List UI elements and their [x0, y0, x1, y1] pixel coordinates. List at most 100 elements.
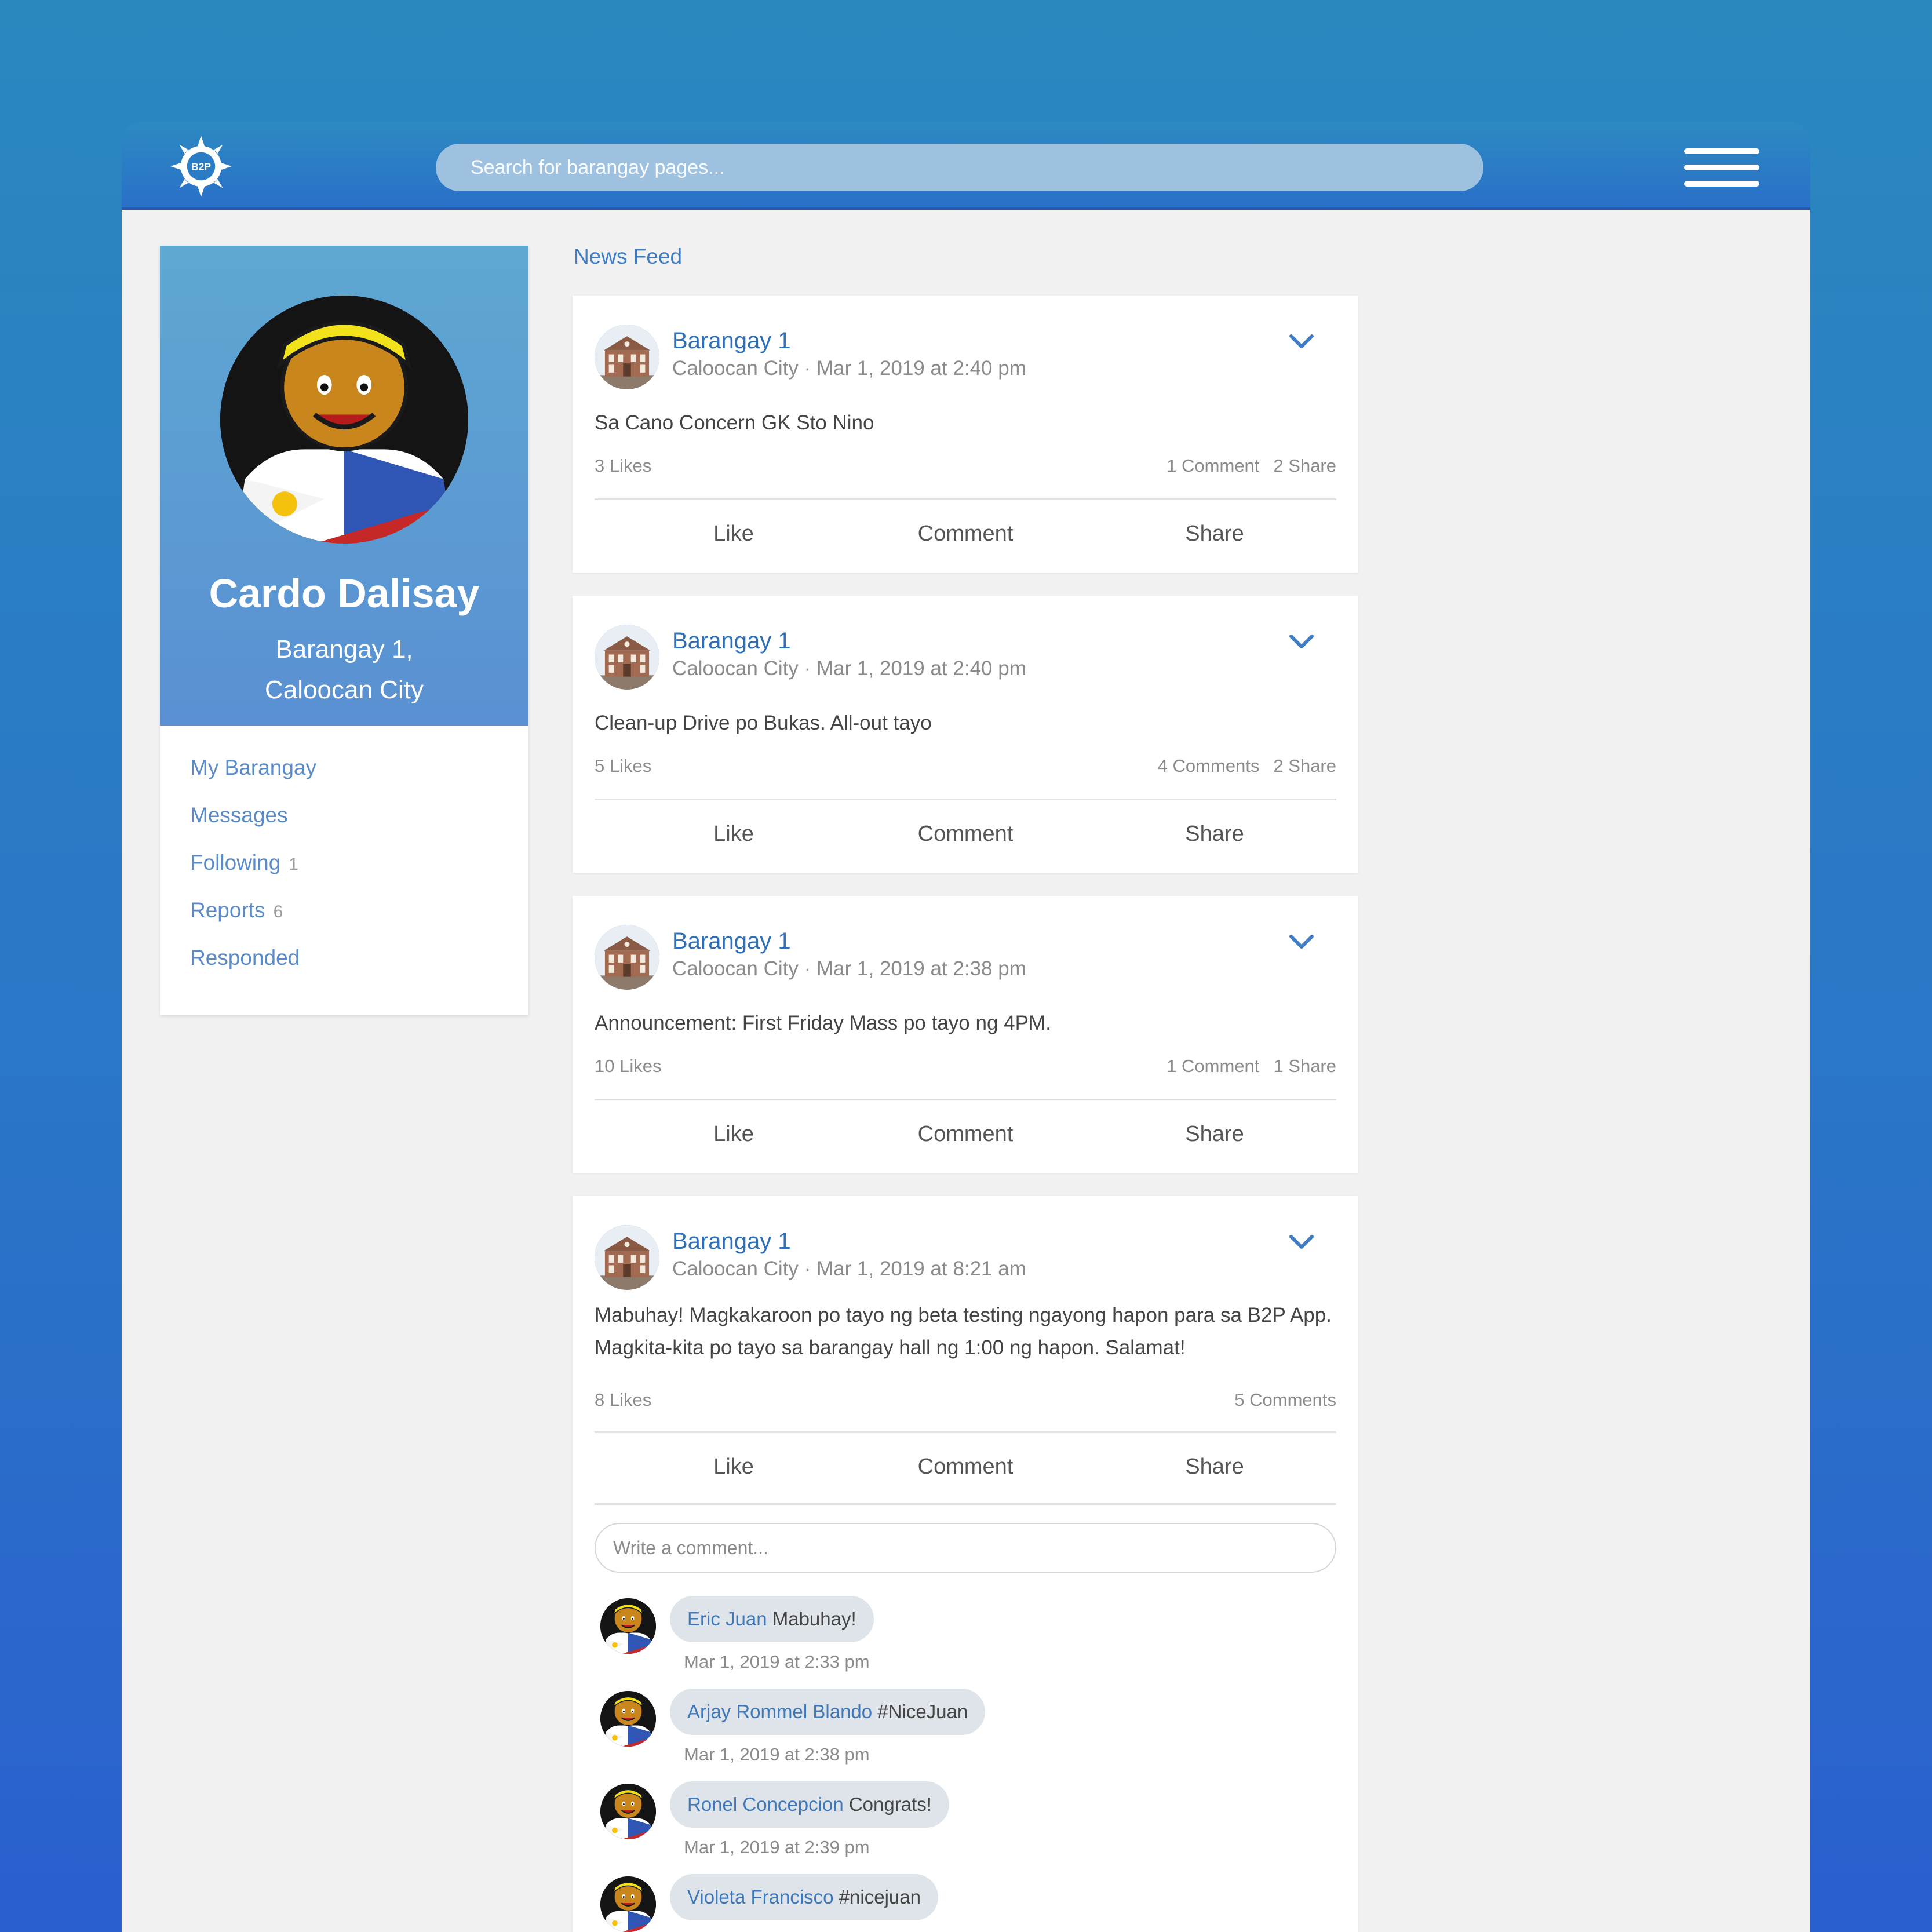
- comment-text: Mabuhay!: [772, 1608, 856, 1630]
- post-author[interactable]: Barangay 1: [672, 328, 791, 354]
- profile-header: Cardo Dalisay Barangay 1, Caloocan City: [160, 246, 528, 726]
- post-meta: Caloocan City · Mar 1, 2019 at 2:40 pm: [672, 357, 1026, 380]
- divider: [595, 1503, 1336, 1505]
- comment-bubble: Ronel Concepcion Congrats!: [670, 1781, 949, 1828]
- main-content: Cardo Dalisay Barangay 1, Caloocan City …: [122, 210, 1810, 1932]
- post-actions: Like Comment Share: [595, 1455, 1336, 1501]
- hamburger-menu-icon[interactable]: [1684, 148, 1759, 189]
- like-button[interactable]: Like: [658, 1455, 809, 1479]
- commenter-avatar[interactable]: [600, 1876, 656, 1932]
- comments-count[interactable]: 1 Comment: [1167, 1056, 1259, 1076]
- shares-count[interactable]: 2 Share: [1273, 756, 1336, 776]
- comment-button[interactable]: Comment: [890, 522, 1041, 546]
- share-button[interactable]: Share: [1139, 822, 1290, 847]
- comment-text: #nicejuan: [839, 1886, 921, 1908]
- post-actions: Like Comment Share: [595, 1122, 1336, 1168]
- comments-count[interactable]: 5 Comments: [1234, 1390, 1336, 1410]
- nav-item-label: Responded: [190, 946, 300, 969]
- divider: [595, 498, 1336, 500]
- commenter-avatar[interactable]: [600, 1784, 656, 1839]
- profile-location-line1: Barangay 1,: [275, 635, 413, 664]
- comment-button[interactable]: Comment: [890, 1122, 1041, 1147]
- nav-item-my-barangay[interactable]: My Barangay: [190, 744, 316, 792]
- comment-item: Ronel Concepcion Congrats! Mar 1, 2019 a…: [600, 1781, 1330, 1868]
- divider: [595, 1099, 1336, 1100]
- profile-name: Cardo Dalisay: [209, 571, 480, 616]
- profile-avatar[interactable]: [220, 296, 468, 544]
- commenter-avatar[interactable]: [600, 1691, 656, 1747]
- post-text: Clean-up Drive po Bukas. All-out tayo: [595, 712, 932, 734]
- b2p-logo-icon[interactable]: B2P: [169, 134, 233, 198]
- nav-item-label: My Barangay: [190, 756, 316, 779]
- likes-count[interactable]: 3 Likes: [595, 455, 651, 476]
- shares-count[interactable]: 2 Share: [1273, 455, 1336, 476]
- share-button[interactable]: Share: [1139, 1122, 1290, 1147]
- chevron-down-icon[interactable]: [1288, 630, 1315, 654]
- profile-card: Cardo Dalisay Barangay 1, Caloocan City …: [160, 246, 528, 1015]
- comment-time: Mar 1, 2019 at 2:33 pm: [684, 1652, 870, 1672]
- comments-count[interactable]: 1 Comment: [1167, 455, 1259, 476]
- comment-item: Eric Juan Mabuhay! Mar 1, 2019 at 2:33 p…: [600, 1596, 1330, 1683]
- comment-time: Mar 1, 2019 at 2:38 pm: [684, 1744, 870, 1765]
- comment-bubble: Eric Juan Mabuhay!: [670, 1596, 874, 1642]
- like-button[interactable]: Like: [658, 522, 809, 546]
- comment-text: Congrats!: [848, 1794, 932, 1815]
- like-button[interactable]: Like: [658, 822, 809, 847]
- top-navigation-bar: B2P: [122, 122, 1810, 210]
- chevron-down-icon[interactable]: [1288, 1231, 1315, 1254]
- share-button[interactable]: Share: [1139, 1455, 1290, 1479]
- nav-item-label: Reports: [190, 898, 265, 922]
- feed-post: Barangay 1 Caloocan City · Mar 1, 2019 a…: [573, 896, 1358, 1173]
- chevron-down-icon[interactable]: [1288, 330, 1315, 353]
- post-author-avatar[interactable]: [595, 1225, 659, 1290]
- post-stats-right: 1 Comment 2 Share: [1153, 455, 1336, 476]
- profile-location: Barangay 1, Caloocan City: [160, 629, 528, 710]
- post-text: Sa Cano Concern GK Sto Nino: [595, 411, 874, 434]
- comment-button[interactable]: Comment: [890, 1455, 1041, 1479]
- commenter-name[interactable]: Ronel Concepcion: [687, 1794, 844, 1815]
- post-meta: Caloocan City · Mar 1, 2019 at 8:21 am: [672, 1257, 1026, 1280]
- svg-text:B2P: B2P: [191, 161, 211, 173]
- post-author[interactable]: Barangay 1: [672, 628, 791, 654]
- chevron-down-icon[interactable]: [1288, 931, 1315, 954]
- shares-count[interactable]: 1 Share: [1273, 1056, 1336, 1076]
- divider: [595, 1431, 1336, 1433]
- post-actions: Like Comment Share: [595, 522, 1336, 568]
- post-actions: Like Comment Share: [595, 822, 1336, 868]
- post-author[interactable]: Barangay 1: [672, 1229, 791, 1255]
- nav-item-messages[interactable]: Messages: [190, 792, 316, 839]
- commenter-avatar[interactable]: [600, 1598, 656, 1654]
- profile-nav: My Barangay Messages Following 1 Reports 6…: [190, 744, 316, 982]
- comment-input[interactable]: [595, 1523, 1336, 1573]
- commenter-name[interactable]: Eric Juan: [687, 1608, 767, 1630]
- post-author-avatar[interactable]: [595, 925, 659, 990]
- post-meta: Caloocan City · Mar 1, 2019 at 2:38 pm: [672, 957, 1026, 980]
- post-text: Announcement: First Friday Mass po tayo …: [595, 1012, 1051, 1034]
- nav-item-label: Messages: [190, 803, 288, 827]
- likes-count[interactable]: 10 Likes: [595, 1056, 661, 1077]
- post-author-avatar[interactable]: [595, 325, 659, 389]
- nav-item-responded[interactable]: Responded: [190, 934, 316, 982]
- like-button[interactable]: Like: [658, 1122, 809, 1147]
- nav-item-reports[interactable]: Reports 6: [190, 887, 316, 934]
- comment-button[interactable]: Comment: [890, 822, 1041, 847]
- news-feed-title: News Feed: [574, 245, 683, 268]
- commenter-name[interactable]: Violeta Francisco: [687, 1886, 834, 1908]
- reports-count: 6: [273, 902, 283, 921]
- comments-count[interactable]: 4 Comments: [1158, 756, 1260, 776]
- comment-item: Arjay Rommel Blando #NiceJuan Mar 1, 201…: [600, 1689, 1330, 1776]
- commenter-name[interactable]: Arjay Rommel Blando: [687, 1701, 872, 1722]
- post-stats-right: 1 Comment 1 Share: [1153, 1056, 1336, 1077]
- post-stats-right: 5 Comments: [1220, 1390, 1336, 1410]
- nav-item-following[interactable]: Following 1: [190, 839, 316, 887]
- search-input[interactable]: [436, 144, 1483, 191]
- feed-post: Barangay 1 Caloocan City · Mar 1, 2019 a…: [573, 296, 1358, 573]
- share-button[interactable]: Share: [1139, 522, 1290, 546]
- likes-count[interactable]: 5 Likes: [595, 756, 651, 777]
- post-text: Mabuhay! Magkakaroon po tayo ng beta tes…: [595, 1304, 1332, 1359]
- post-author-avatar[interactable]: [595, 625, 659, 690]
- post-author[interactable]: Barangay 1: [672, 928, 791, 954]
- likes-count[interactable]: 8 Likes: [595, 1390, 651, 1410]
- feed-post: Barangay 1 Caloocan City · Mar 1, 2019 a…: [573, 1196, 1358, 1932]
- post-meta: Caloocan City · Mar 1, 2019 at 2:40 pm: [672, 657, 1026, 680]
